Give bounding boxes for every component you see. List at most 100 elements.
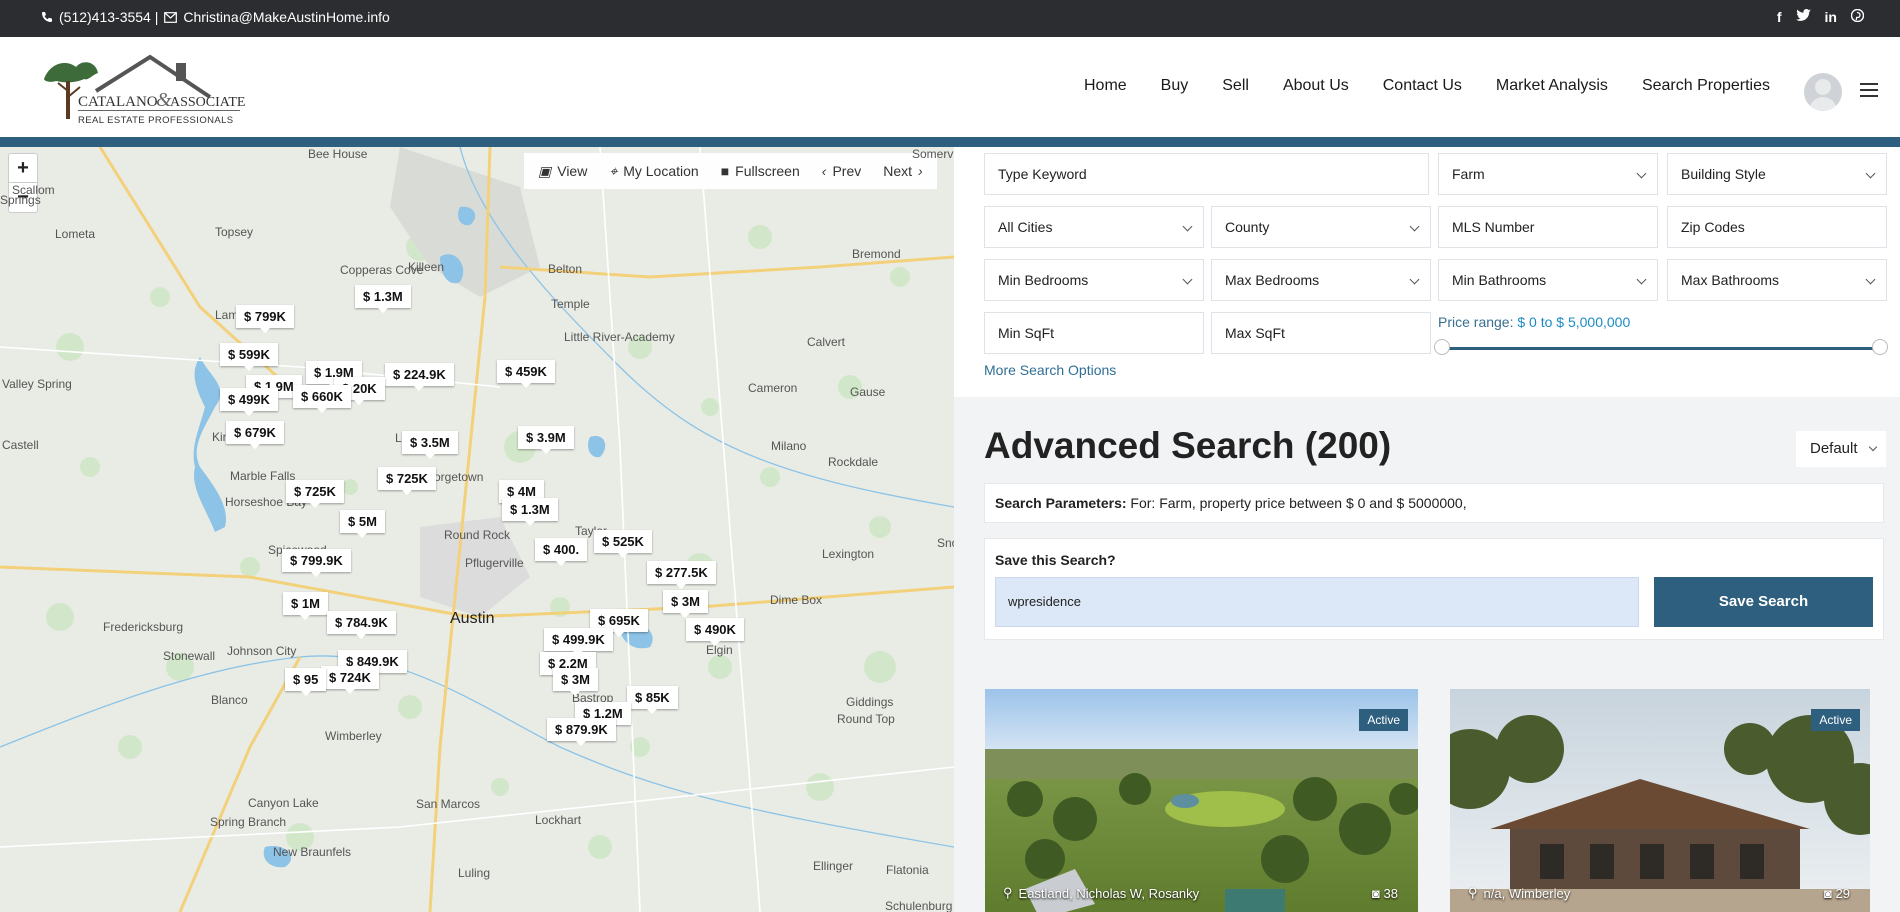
price-pin[interactable]: $ 5M xyxy=(340,510,385,538)
menu-icon[interactable] xyxy=(1860,83,1878,97)
save-search-button[interactable]: Save Search xyxy=(1654,577,1873,627)
price-pin[interactable]: $ 3.5M xyxy=(402,431,458,459)
price-pin[interactable]: $ 459K xyxy=(497,360,555,388)
min-bedrooms-select[interactable]: Min Bedrooms xyxy=(984,259,1204,301)
next-button[interactable]: Next › xyxy=(883,163,922,179)
price-pin[interactable]: $ 784.9K xyxy=(327,611,396,639)
price-pin[interactable]: $ 1.3M xyxy=(355,285,411,313)
sort-select[interactable]: Default xyxy=(1796,431,1886,467)
max-sqft-input[interactable]: Max SqFt xyxy=(1211,312,1431,354)
status-badge: Active xyxy=(1359,709,1408,731)
photo-count: ◙ 38 xyxy=(1372,886,1398,901)
twitter-icon[interactable] xyxy=(1795,9,1811,25)
listing-card[interactable]: Active ⚲ Eastland, Nicholas W, Rosanky ◙ … xyxy=(985,689,1418,912)
map-place-label: Castell xyxy=(2,438,39,452)
price-pin[interactable]: $ 277.5K xyxy=(647,561,716,589)
site-logo[interactable]: CATALANO & ASSOCIATES REAL ESTATE PROFES… xyxy=(36,51,253,131)
save-search-input[interactable]: wpresidence xyxy=(995,577,1639,627)
search-panel: Type Keyword Farm Building Style All Cit… xyxy=(954,147,1900,912)
my-location-button[interactable]: ⌖ My Location xyxy=(609,163,698,180)
square-icon: ■ xyxy=(720,163,730,179)
price-pin[interactable]: $ 599K xyxy=(220,343,278,371)
pinterest-icon[interactable] xyxy=(1850,8,1865,25)
max-bathrooms-select[interactable]: Max Bathrooms xyxy=(1667,259,1887,301)
map-place-label: Gause xyxy=(850,385,886,399)
price-pin[interactable]: $ 1.3M xyxy=(502,498,558,526)
price-pin[interactable]: $ 3.9M xyxy=(518,426,574,454)
map-view-button[interactable]: ▣ View xyxy=(538,163,587,180)
fullscreen-button[interactable]: ■ Fullscreen xyxy=(721,163,800,179)
price-slider-min-handle[interactable] xyxy=(1434,339,1450,355)
zip-codes-input[interactable]: Zip Codes xyxy=(1667,206,1887,248)
price-pin[interactable]: $ 3M xyxy=(663,590,708,618)
price-pin[interactable]: $ 3M xyxy=(553,668,598,696)
price-pin[interactable]: $ 660K xyxy=(293,385,351,413)
listing-card[interactable]: Active ⚲ n/a, Wimberley ◙ 29 xyxy=(1450,689,1870,912)
price-pin[interactable]: $ 85K xyxy=(627,686,678,714)
phone-number[interactable]: (512)413-3554 | xyxy=(59,9,158,25)
keyword-input[interactable]: Type Keyword xyxy=(984,153,1429,195)
nav-about-us[interactable]: About Us xyxy=(1283,77,1349,95)
price-pin[interactable]: $ 95 xyxy=(285,668,327,696)
map-place-label: Giddings xyxy=(846,695,894,709)
farm-select[interactable]: Farm xyxy=(1438,153,1658,195)
map-place-label: Austin xyxy=(450,610,495,627)
nav-search-properties[interactable]: Search Properties xyxy=(1642,77,1770,95)
price-pin[interactable]: $ 1M xyxy=(283,592,328,620)
min-sqft-input[interactable]: Min SqFt xyxy=(984,312,1204,354)
cities-select[interactable]: All Cities xyxy=(984,206,1204,248)
phone-icon xyxy=(40,11,53,24)
map-place-label: Cameron xyxy=(748,381,798,395)
price-pin[interactable]: $ 499.9K xyxy=(544,628,613,656)
header-accent-bar xyxy=(0,137,1900,147)
price-pin[interactable]: $ 724K xyxy=(321,666,379,694)
listing-location: ⚲ n/a, Wimberley xyxy=(1468,885,1571,901)
map-place-label: Spring Branch xyxy=(210,815,287,829)
price-pin[interactable]: $ 499K xyxy=(220,388,278,416)
building-style-select[interactable]: Building Style xyxy=(1667,153,1887,195)
linkedin-icon[interactable]: in xyxy=(1825,9,1837,25)
nav-home[interactable]: Home xyxy=(1084,77,1127,95)
nav-market-analysis[interactable]: Market Analysis xyxy=(1496,77,1608,95)
map-place-label: Temple xyxy=(551,297,590,311)
camera-icon: ◙ xyxy=(1372,886,1380,901)
nav-sell[interactable]: Sell xyxy=(1222,77,1249,95)
price-pin[interactable]: $ 799K xyxy=(236,305,294,333)
map-place-label: Snook xyxy=(937,536,954,550)
price-pin[interactable]: $ 490K xyxy=(686,618,744,646)
county-select[interactable]: County xyxy=(1211,206,1431,248)
map-place-label: Flatonia xyxy=(886,863,929,877)
property-map[interactable]: + − ▣ View ⌖ My Location ■ Fullscreen ‹ Prev… xyxy=(0,147,954,912)
map-place-label: Ellinger xyxy=(813,859,854,873)
more-search-options-link[interactable]: More Search Options xyxy=(984,362,1116,378)
map-place-label: Valley Spring xyxy=(2,377,72,391)
chevron-right-icon: › xyxy=(918,163,923,179)
top-contact-bar: (512)413-3554 | Christina@MakeAustinHome… xyxy=(0,0,1900,37)
map-place-label: Fredericksburg xyxy=(103,620,184,634)
page-title: Advanced Search (200) xyxy=(984,425,1392,466)
map-place-label: Schulenburg xyxy=(885,899,953,912)
price-pin[interactable]: $ 400. xyxy=(535,538,588,566)
price-pin[interactable]: $ 679K xyxy=(226,421,284,449)
price-pin[interactable]: $ 725K xyxy=(378,467,436,495)
status-badge: Active xyxy=(1811,709,1860,731)
map-place-label: Dime Box xyxy=(770,593,823,607)
mls-number-input[interactable]: MLS Number xyxy=(1438,206,1658,248)
price-pin[interactable]: $ 224.9K xyxy=(385,363,454,391)
price-slider-track[interactable] xyxy=(1442,347,1880,350)
facebook-icon[interactable]: f xyxy=(1777,9,1782,25)
max-bedrooms-select[interactable]: Max Bedrooms xyxy=(1211,259,1431,301)
nav-buy[interactable]: Buy xyxy=(1161,77,1189,95)
price-pin[interactable]: $ 799.9K xyxy=(282,549,351,577)
price-slider-max-handle[interactable] xyxy=(1872,339,1888,355)
prev-button[interactable]: ‹ Prev xyxy=(822,163,861,179)
price-pin[interactable]: $ 525K xyxy=(594,530,652,558)
map-marker-icon: ⚲ xyxy=(1003,885,1013,900)
nav-contact-us[interactable]: Contact Us xyxy=(1383,77,1462,95)
price-pin[interactable]: $ 879.9K xyxy=(547,718,616,746)
email-link[interactable]: Christina@MakeAustinHome.info xyxy=(183,9,389,25)
price-pin[interactable]: $ 725K xyxy=(286,480,344,508)
zoom-in-button[interactable]: + xyxy=(9,154,37,183)
min-bathrooms-select[interactable]: Min Bathrooms xyxy=(1438,259,1658,301)
user-avatar[interactable] xyxy=(1804,73,1842,111)
